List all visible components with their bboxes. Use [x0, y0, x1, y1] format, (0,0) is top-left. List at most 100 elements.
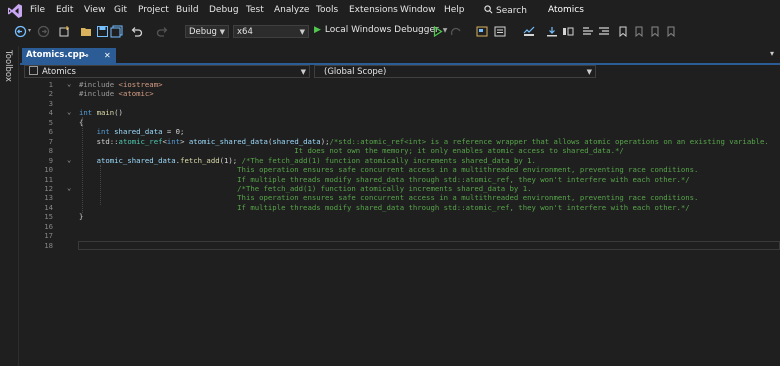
code-line[interactable]: 7 std::atomic_ref<int> atomic_shared_dat…: [20, 137, 780, 146]
menu-tools[interactable]: Tools: [316, 5, 338, 15]
toolbox-tab[interactable]: Toolbox: [3, 50, 13, 82]
menu-file[interactable]: File: [30, 5, 45, 15]
solution-platform-dropdown[interactable]: x64 ▼: [233, 25, 309, 38]
menu-edit[interactable]: Edit: [56, 5, 73, 15]
code-line[interactable]: 15}: [20, 212, 780, 221]
code-line[interactable]: 16: [20, 222, 780, 231]
chevron-down-icon: ▼: [586, 68, 592, 76]
clear-bookmarks-icon[interactable]: [666, 26, 676, 37]
line-number: 1: [48, 80, 53, 89]
menu-project[interactable]: Project: [138, 5, 169, 15]
code-text: /*The fetch_add(1) function atomically i…: [79, 183, 532, 193]
code-text: This operation ensures safe concurrent a…: [79, 193, 699, 203]
next-bookmark-icon[interactable]: [650, 26, 660, 37]
code-line[interactable]: 17: [20, 231, 780, 240]
search-label: Search: [496, 6, 527, 16]
code-text: atomic_shared_data.fetch_add(1); /*The f…: [96, 155, 536, 165]
code-text: #include <atomic>: [79, 89, 154, 99]
code-line[interactable]: 12 ⌄ /*The fetch_add(1) function atomical…: [20, 184, 780, 193]
menu-debug[interactable]: Debug: [209, 5, 239, 15]
fold-toggle-icon[interactable]: ⌄: [67, 156, 71, 165]
solution-configuration-dropdown[interactable]: Debug ▼: [185, 25, 229, 38]
fold-toggle-icon[interactable]: ⌄: [67, 184, 71, 193]
visual-studio-logo-icon: [8, 4, 22, 18]
current-line-highlight: [78, 240, 780, 250]
new-project-icon[interactable]: [58, 25, 71, 38]
menu-extensions[interactable]: Extensions: [349, 5, 398, 15]
search-icon: [484, 5, 493, 14]
code-line[interactable]: 4 ⌄ int main(): [20, 108, 780, 117]
menu-build[interactable]: Build: [176, 5, 199, 15]
bookmark-icon[interactable]: [618, 26, 628, 37]
tab-title: Atomics.cpp: [26, 50, 85, 60]
code-line[interactable]: 5{: [20, 118, 780, 127]
back-dropdown-arrow-icon[interactable]: ▾: [28, 27, 31, 34]
code-text: If multiple threads modify shared_data t…: [79, 174, 690, 184]
code-line[interactable]: 13 This operation ensures safe concurren…: [20, 193, 780, 202]
fold-toggle-icon[interactable]: ⌄: [67, 80, 71, 89]
line-number: 3: [48, 98, 53, 108]
scope-value: (Global Scope): [324, 67, 387, 77]
code-line[interactable]: 10 This operation ensures safe concurren…: [20, 165, 780, 174]
code-line[interactable]: 8 It does not own the memory; it only en…: [20, 146, 780, 155]
platform-value: x64: [237, 27, 253, 37]
toolbox-strip: [0, 46, 19, 366]
navigate-back-icon[interactable]: [14, 25, 27, 38]
line-number: 11: [44, 174, 53, 184]
scope-dropdown[interactable]: (Global Scope) ▼: [314, 65, 596, 78]
code-line[interactable]: 3: [20, 99, 780, 108]
comment-out-icon[interactable]: [582, 26, 594, 37]
project-dropdown[interactable]: Atomics ▼: [24, 65, 310, 78]
code-text: {: [79, 117, 84, 127]
solution-explorer-icon[interactable]: [476, 26, 488, 37]
menu-help[interactable]: Help: [444, 5, 465, 15]
save-icon[interactable]: [96, 25, 109, 38]
code-line[interactable]: 9 ⌄ atomic_shared_data.fetch_add(1); /*Th…: [20, 156, 780, 165]
code-line[interactable]: 14 If multiple threads modify shared_dat…: [20, 203, 780, 212]
code-line[interactable]: 11 If multiple threads modify shared_dat…: [20, 175, 780, 184]
diagnostic-tools-icon[interactable]: [523, 26, 535, 37]
chevron-down-icon: ▼: [300, 68, 306, 76]
navigate-forward-icon: [37, 25, 50, 38]
step-over-icon[interactable]: [562, 26, 574, 37]
menu-analyze[interactable]: Analyze: [274, 5, 309, 15]
code-editor[interactable]: 1 ⌄ #include <iostream> 2 #include <atomic> 3…: [20, 80, 780, 366]
start-debugging-button[interactable]: ▶ Local Windows Debugger ▼: [314, 25, 447, 35]
menu-git[interactable]: Git: [114, 5, 127, 15]
menu-test[interactable]: Test: [246, 5, 264, 15]
undo-icon[interactable]: [130, 25, 143, 38]
properties-icon[interactable]: [494, 26, 506, 37]
menu-bar: File Edit View Git Project Build Debug T…: [0, 0, 780, 22]
previous-bookmark-icon[interactable]: [634, 26, 644, 37]
line-number: 5: [48, 117, 53, 127]
redo-icon: [156, 27, 168, 37]
search-button[interactable]: Search: [484, 5, 527, 16]
pin-icon[interactable]: ⊸: [82, 48, 89, 63]
code-line[interactable]: 6 int shared_data = 0;: [20, 127, 780, 136]
code-line[interactable]: 1 ⌄ #include <iostream>: [20, 80, 780, 89]
line-number: 10: [44, 165, 53, 175]
line-number: 18: [44, 240, 53, 250]
play-icon: ▶: [314, 25, 321, 35]
close-icon[interactable]: ✕: [104, 48, 111, 63]
step-into-icon[interactable]: [546, 26, 558, 37]
app-title: Atomics: [548, 5, 584, 15]
line-number: 8: [48, 146, 53, 156]
configuration-value: Debug: [189, 27, 217, 37]
chevron-down-icon[interactable]: ▾: [770, 49, 774, 58]
menu-window[interactable]: Window: [400, 5, 436, 15]
uncomment-icon[interactable]: [598, 26, 610, 37]
line-number: 17: [44, 231, 53, 241]
start-without-debugging-icon[interactable]: [433, 26, 443, 37]
line-number: 12: [44, 183, 53, 193]
line-number: 15: [44, 212, 53, 222]
line-number: 6: [48, 127, 53, 137]
tab-atomics-cpp[interactable]: Atomics.cpp ⊸ ✕: [22, 48, 116, 63]
open-file-icon[interactable]: [80, 25, 93, 38]
code-line[interactable]: 2 #include <atomic>: [20, 89, 780, 98]
menu-view[interactable]: View: [84, 5, 105, 15]
code-text: }: [79, 212, 84, 222]
save-all-icon[interactable]: [110, 25, 123, 38]
fold-toggle-icon[interactable]: ⌄: [67, 108, 71, 117]
line-number: 4: [48, 108, 53, 118]
